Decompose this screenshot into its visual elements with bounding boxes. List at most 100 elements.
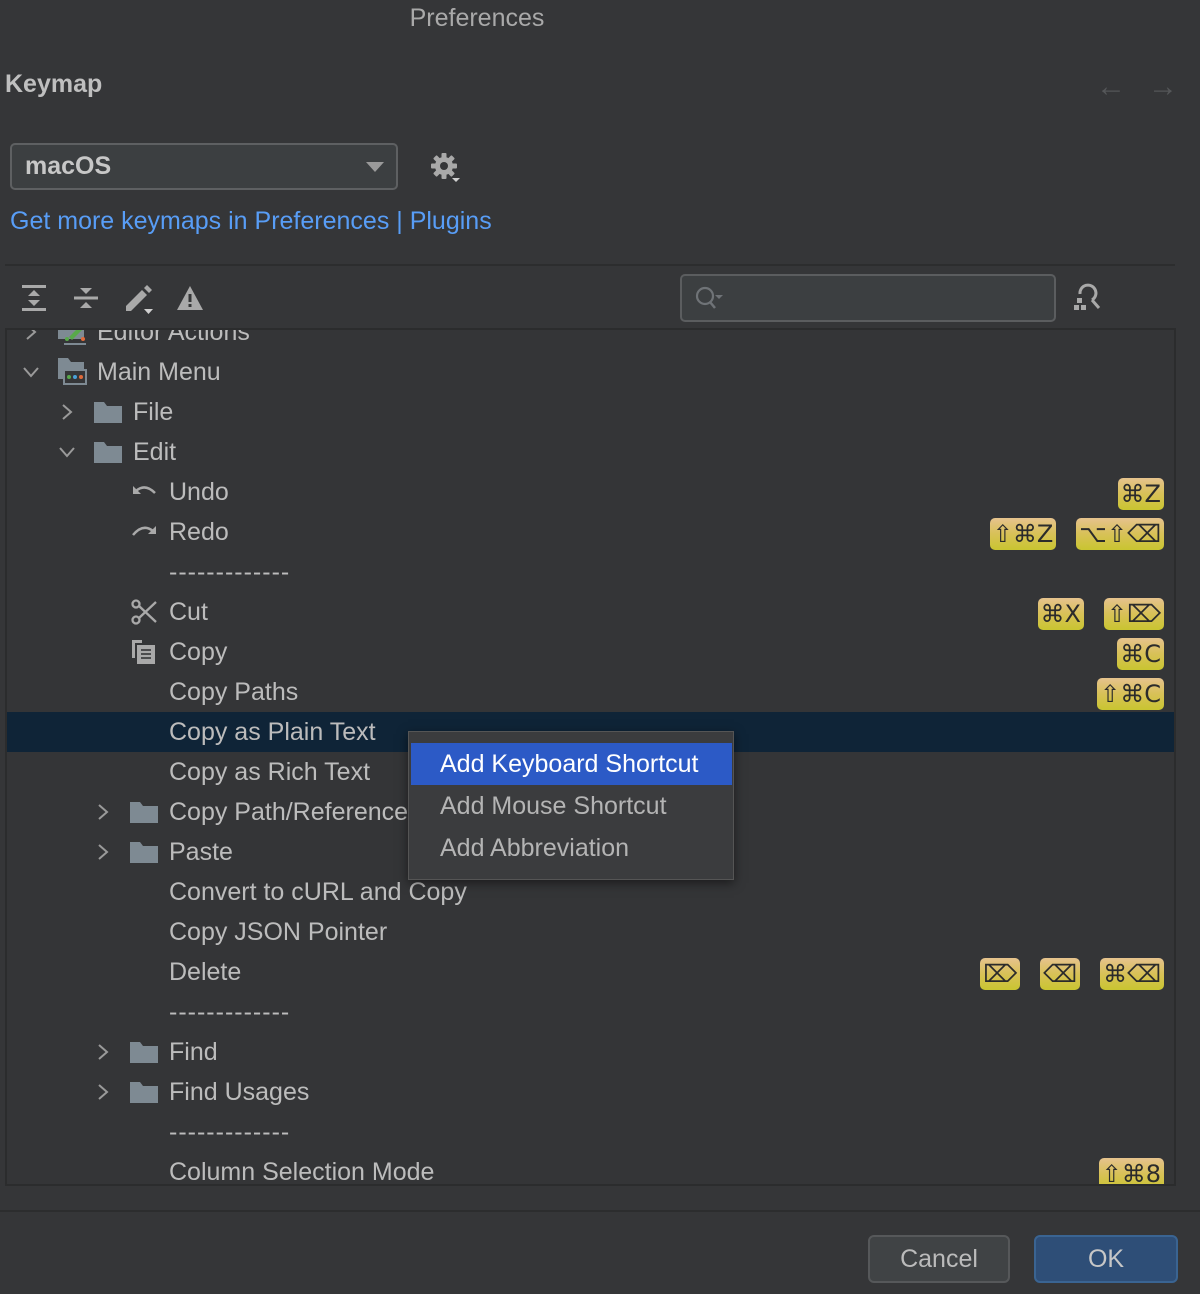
expand-all-icon[interactable] bbox=[18, 280, 50, 316]
action-label: Copy Paths bbox=[169, 677, 299, 706]
action-label: Copy Path/Reference... bbox=[169, 797, 429, 826]
folder-icon bbox=[129, 798, 159, 826]
divider bbox=[5, 264, 1175, 266]
shortcut-list: ⇧⌘8 bbox=[1098, 1158, 1164, 1184]
edit-shortcut-icon[interactable] bbox=[122, 280, 154, 316]
forward-arrow-icon[interactable]: → bbox=[1148, 70, 1178, 104]
tree-row[interactable]: File bbox=[7, 392, 1174, 432]
conflicts-warning-icon[interactable] bbox=[174, 280, 206, 316]
shortcut-list: ⌘C bbox=[1117, 638, 1164, 670]
action-label: Editor Actions bbox=[97, 328, 250, 346]
find-by-shortcut-icon[interactable] bbox=[1072, 280, 1108, 316]
keymap-dropdown[interactable]: macOS bbox=[10, 143, 398, 190]
section-title: Keymap bbox=[5, 70, 103, 98]
separator-label: ------------- bbox=[169, 557, 291, 586]
tree-separator: ------------- bbox=[7, 992, 1174, 1032]
folder-icon bbox=[93, 438, 123, 466]
action-label: Copy JSON Pointer bbox=[169, 917, 388, 946]
tree-row[interactable]: Undo ⌘Z bbox=[7, 472, 1174, 512]
menu-item-add-mouse-shortcut[interactable]: Add Mouse Shortcut bbox=[411, 785, 732, 827]
editor-actions-icon bbox=[57, 330, 87, 346]
folder-icon bbox=[129, 838, 159, 866]
shortcut-badge[interactable]: ⌘C bbox=[1117, 638, 1164, 670]
shortcut-badge[interactable]: ⇧⌦ bbox=[1103, 598, 1164, 630]
shortcut-list: ⌘Z bbox=[1117, 478, 1164, 510]
action-label: Cut bbox=[169, 597, 208, 626]
chevron-right-icon[interactable] bbox=[93, 1042, 113, 1062]
action-label: Main Menu bbox=[97, 357, 221, 386]
collapse-all-icon[interactable] bbox=[70, 280, 102, 316]
back-arrow-icon[interactable]: ← bbox=[1096, 70, 1126, 104]
action-label: Column Selection Mode bbox=[169, 1157, 435, 1186]
shortcut-badge[interactable]: ⌫ bbox=[1040, 958, 1081, 990]
chevron-right-icon[interactable] bbox=[21, 330, 41, 342]
chevron-right-icon[interactable] bbox=[57, 402, 77, 422]
action-label: Convert to cURL and Copy bbox=[169, 877, 467, 906]
chevron-right-icon[interactable] bbox=[93, 842, 113, 862]
shortcut-badge[interactable]: ⌘Z bbox=[1117, 478, 1164, 510]
action-label: Find bbox=[169, 1037, 218, 1066]
action-label: Copy as Rich Text bbox=[169, 757, 371, 786]
redo-icon bbox=[129, 518, 159, 546]
divider bbox=[0, 1210, 1200, 1212]
action-label: File bbox=[133, 397, 174, 426]
action-label: Paste bbox=[169, 837, 233, 866]
tree-row[interactable]: Editor Actions bbox=[7, 328, 1174, 352]
separator-label: ------------- bbox=[169, 1117, 291, 1146]
search-icon[interactable] bbox=[694, 286, 728, 312]
tree-row[interactable]: Redo ⇧⌘Z ⌥⇧⌫ bbox=[7, 512, 1174, 552]
tree-row[interactable]: Edit bbox=[7, 432, 1174, 472]
tree-separator: ------------- bbox=[7, 552, 1174, 592]
chevron-down-icon[interactable] bbox=[57, 442, 77, 462]
shortcut-list: ⌘X ⇧⌦ bbox=[1037, 598, 1164, 630]
context-menu: Add Keyboard Shortcut Add Mouse Shortcut… bbox=[408, 731, 734, 880]
copy-icon bbox=[129, 638, 159, 666]
tree-row[interactable]: Column Selection Mode ⇧⌘8 bbox=[7, 1152, 1174, 1186]
tree-row[interactable]: Copy JSON Pointer bbox=[7, 912, 1174, 952]
shortcut-badge[interactable]: ⌥⇧⌫ bbox=[1076, 518, 1164, 550]
action-label: Edit bbox=[133, 437, 177, 466]
tree-row[interactable]: Copy Paths ⇧⌘C bbox=[7, 672, 1174, 712]
separator-label: ------------- bbox=[169, 997, 291, 1026]
keymap-selected-value: macOS bbox=[25, 152, 112, 180]
undo-icon bbox=[129, 478, 159, 506]
tree-row[interactable]: Copy ⌘C bbox=[7, 632, 1174, 672]
shortcut-list: ⌦ ⌫ ⌘⌫ bbox=[980, 958, 1164, 990]
shortcut-badge[interactable]: ⇧⌘Z bbox=[989, 518, 1057, 550]
chevron-down-icon bbox=[366, 162, 384, 172]
folder-icon bbox=[129, 1078, 159, 1106]
tree-row[interactable]: Delete ⌦ ⌫ ⌘⌫ bbox=[7, 952, 1174, 992]
cancel-button[interactable]: Cancel bbox=[868, 1235, 1010, 1283]
menu-item-add-abbreviation[interactable]: Add Abbreviation bbox=[411, 827, 732, 869]
shortcut-badge[interactable]: ⌘X bbox=[1037, 598, 1084, 630]
menu-item-add-keyboard-shortcut[interactable]: Add Keyboard Shortcut bbox=[411, 743, 732, 785]
shortcut-badge[interactable]: ⇧⌘8 bbox=[1098, 1158, 1164, 1184]
chevron-right-icon[interactable] bbox=[93, 1082, 113, 1102]
tree-separator: ------------- bbox=[7, 1112, 1174, 1152]
tree-toolbar bbox=[18, 280, 206, 316]
chevron-down-icon[interactable] bbox=[21, 362, 41, 382]
scissors-icon bbox=[129, 598, 159, 626]
tree-row[interactable]: Cut ⌘X ⇧⌦ bbox=[7, 592, 1174, 632]
tree-row[interactable]: Find Usages bbox=[7, 1072, 1174, 1112]
tree-row[interactable]: Find bbox=[7, 1032, 1174, 1072]
gear-icon[interactable] bbox=[428, 150, 464, 186]
action-label: Find Usages bbox=[169, 1077, 310, 1106]
main-menu-icon bbox=[57, 358, 87, 386]
shortcut-badge[interactable]: ⌦ bbox=[980, 958, 1021, 990]
search-field[interactable] bbox=[680, 274, 1056, 322]
ok-button[interactable]: OK bbox=[1034, 1235, 1178, 1283]
shortcut-list: ⇧⌘C bbox=[1097, 678, 1164, 710]
tree-row[interactable]: Main Menu bbox=[7, 352, 1174, 392]
shortcut-badge[interactable]: ⇧⌘C bbox=[1097, 678, 1164, 710]
get-more-keymaps-link[interactable]: Get more keymaps in Preferences | Plugin… bbox=[10, 207, 492, 236]
folder-icon bbox=[129, 1038, 159, 1066]
action-label: Copy as Plain Text bbox=[169, 717, 376, 746]
shortcut-badge[interactable]: ⌘⌫ bbox=[1100, 958, 1164, 990]
window-title: Preferences bbox=[409, 4, 545, 32]
action-label: Copy bbox=[169, 637, 228, 666]
action-label: Undo bbox=[169, 477, 229, 506]
chevron-right-icon[interactable] bbox=[93, 802, 113, 822]
action-label: Redo bbox=[169, 517, 229, 546]
search-input[interactable] bbox=[730, 276, 1050, 320]
